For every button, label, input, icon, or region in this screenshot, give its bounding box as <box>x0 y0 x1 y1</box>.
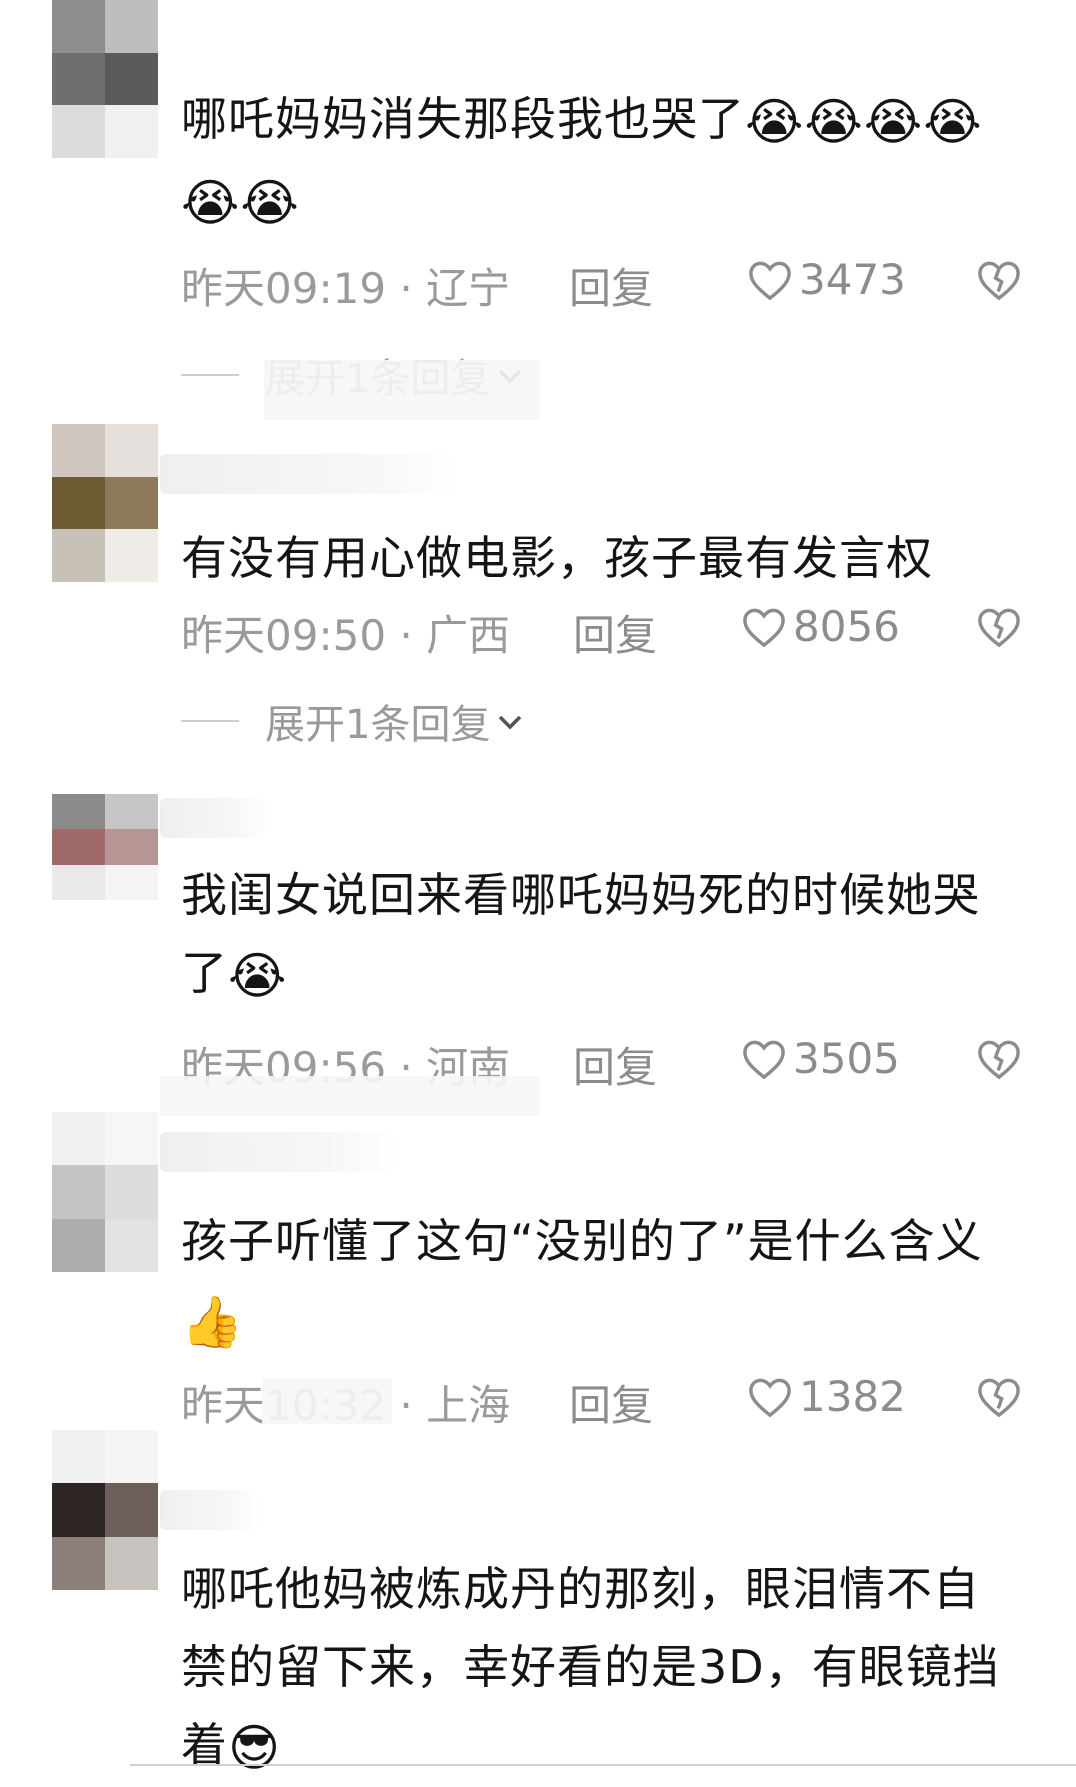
reply-button[interactable]: 回复 <box>573 1034 657 1095</box>
broken-heart-icon[interactable] <box>976 606 1022 648</box>
username-blurred <box>160 454 460 494</box>
reply-button[interactable]: 回复 <box>573 602 657 663</box>
crying-emoji-icon: 😭 <box>228 947 288 1005</box>
username-blurred <box>160 1490 260 1530</box>
chevron-down-icon <box>499 715 522 730</box>
comment-text: 哪吒他妈被炼成丹的那刻，眼泪情不自禁的留下来，幸好看的是3D，有眼镜挡着😎 <box>181 1562 1000 1777</box>
avatar[interactable] <box>52 424 158 582</box>
broken-heart-icon[interactable] <box>976 1376 1022 1418</box>
comment-text: 孩子听懂了这句“没别的了”是什么含义👍 <box>181 1214 983 1351</box>
expand-replies-button[interactable]: 展开1条回复 <box>181 692 524 750</box>
like-button[interactable]: 1382 <box>747 1372 906 1421</box>
like-count: 1382 <box>799 1372 906 1421</box>
comment-text: 我闺女说回来看哪吒妈妈死的时候她哭了😭 <box>181 868 980 1005</box>
heart-outline-icon <box>743 608 785 647</box>
divider <box>181 374 239 376</box>
comment-text: 有没有用心做电影，孩子最有发言权 <box>181 531 933 585</box>
like-count: 8056 <box>793 602 900 651</box>
like-count: 3505 <box>793 1034 900 1083</box>
blur-overlay <box>262 1378 392 1424</box>
heart-outline-icon <box>743 1040 785 1079</box>
username-blurred <box>160 1132 400 1172</box>
avatar[interactable] <box>52 0 158 158</box>
avatar[interactable] <box>52 1112 158 1272</box>
blur-overlay <box>160 1076 540 1116</box>
like-button[interactable]: 3473 <box>747 255 906 304</box>
reply-button[interactable]: 回复 <box>569 1372 653 1433</box>
divider <box>181 720 239 722</box>
blur-overlay <box>264 360 540 420</box>
bottom-divider <box>130 1764 1076 1766</box>
like-count: 3473 <box>799 255 906 304</box>
thumbs-up-emoji-icon: 👍 <box>181 1293 245 1351</box>
like-button[interactable]: 8056 <box>741 602 900 651</box>
comment-time-location: 昨天09:19 · 辽宁 <box>181 264 511 313</box>
like-button[interactable]: 3505 <box>741 1034 900 1083</box>
broken-heart-icon[interactable] <box>976 1038 1022 1080</box>
sunglasses-emoji-icon: 😎 <box>228 1719 282 1777</box>
broken-heart-icon[interactable] <box>976 259 1022 301</box>
username-blurred <box>160 798 270 838</box>
avatar[interactable] <box>52 1430 158 1590</box>
comment-text: 哪吒妈妈消失那段我也哭了😭😭😭😭😭😭 <box>181 92 983 232</box>
avatar[interactable] <box>52 794 158 900</box>
comment-meta: 昨天09:19 · 辽宁 回复 3473 <box>181 255 1021 315</box>
heart-outline-icon <box>749 261 791 300</box>
reply-button[interactable]: 回复 <box>569 255 653 316</box>
comment-meta: 昨天09:50 · 广西 回复 8056 <box>181 602 1021 662</box>
comment-time-location: 昨天09:50 · 广西 <box>181 611 511 660</box>
heart-outline-icon <box>749 1378 791 1417</box>
